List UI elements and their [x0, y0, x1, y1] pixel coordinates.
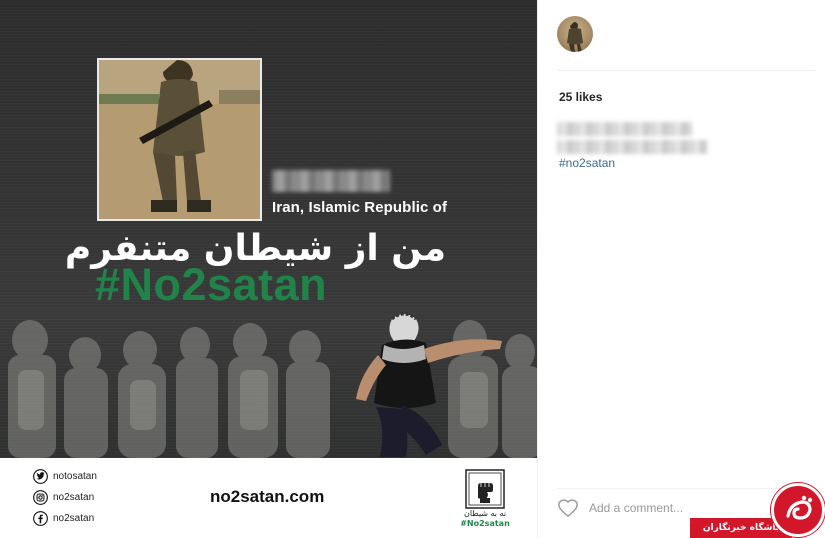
author-avatar[interactable] [557, 16, 593, 52]
logo-hashtag: #No2satan [460, 519, 510, 528]
profile-photo-frame [97, 58, 262, 221]
likes-count[interactable]: 25 likes [559, 90, 602, 104]
blurred-caption-line-2 [557, 140, 707, 154]
comment-input[interactable] [589, 499, 739, 517]
post-image[interactable]: Iran, Islamic Republic of من از شیطان مت… [0, 0, 537, 538]
watermark-logo [771, 483, 825, 537]
blurred-caption-line-1 [557, 122, 692, 136]
facebook-handle: no2satan [53, 513, 95, 524]
blurred-username [272, 170, 390, 192]
header-divider [557, 70, 815, 71]
logo-persian-text: نه به شیطان [463, 509, 507, 518]
facebook-icon [33, 511, 48, 526]
instagram-post-view: Iran, Islamic Republic of من از شیطان مت… [0, 0, 825, 538]
instagram-handle: no2satan [53, 492, 95, 503]
heart-icon[interactable] [557, 498, 579, 518]
watermark-emblem-icon [786, 495, 813, 520]
website-url: no2satan.com [210, 487, 325, 506]
background-photo: Iran, Islamic Republic of من از شیطان مت… [0, 0, 537, 458]
instagram-icon [33, 490, 48, 505]
post-side-panel: 25 likes #no2satan [537, 0, 825, 538]
twitter-icon [33, 469, 48, 484]
social-facebook: no2satan [33, 511, 94, 526]
caption-hashtag-link[interactable]: #no2satan [559, 156, 615, 170]
country-label: Iran, Islamic Republic of [272, 199, 448, 216]
soldier-photo [99, 60, 260, 219]
soldier-thumbnail [567, 22, 583, 52]
protester-figure [356, 312, 502, 457]
social-instagram: no2satan [33, 490, 94, 505]
twitter-handle: notosatan [53, 471, 97, 482]
campaign-hashtag: #No2satan [95, 259, 328, 310]
social-twitter: notosatan [33, 469, 97, 484]
